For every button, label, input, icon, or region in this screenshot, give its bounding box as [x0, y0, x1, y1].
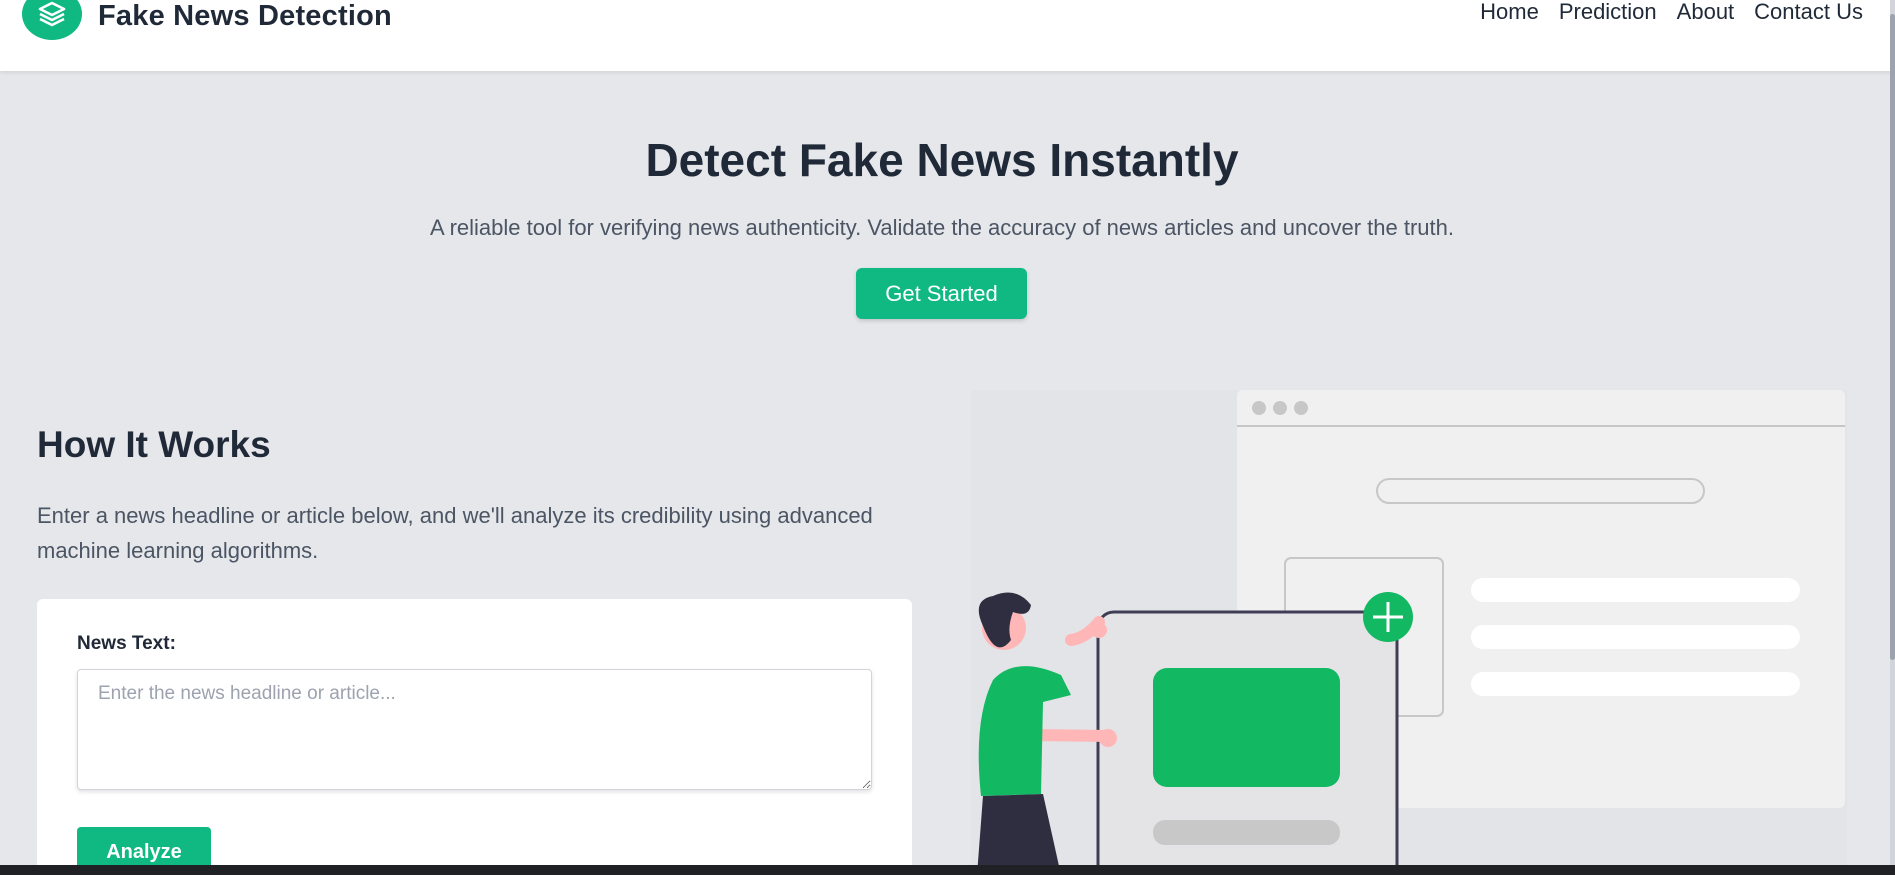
- content-card-illustration: [1096, 592, 1413, 875]
- navbar: Fake News Detection Home Prediction Abou…: [0, 0, 1895, 71]
- brand[interactable]: Fake News Detection: [22, 0, 392, 40]
- how-it-works-description: Enter a news headline or article below, …: [37, 503, 873, 563]
- hero-illustration: [971, 390, 1847, 875]
- hero-title: Detect Fake News Instantly: [645, 134, 1239, 186]
- hero-subtitle: A reliable tool for verifying news authe…: [430, 215, 1454, 240]
- main-nav: Home Prediction About Contact Us: [1480, 0, 1863, 24]
- nav-contact-us[interactable]: Contact Us: [1754, 0, 1863, 24]
- get-started-button[interactable]: Get Started: [856, 268, 1027, 319]
- scrollbar-thumb[interactable]: [1890, 14, 1895, 660]
- os-taskbar: [0, 865, 1895, 875]
- nav-home[interactable]: Home: [1480, 0, 1539, 24]
- news-text-label: News Text:: [77, 633, 176, 654]
- brand-name: Fake News Detection: [98, 0, 392, 32]
- prediction-form-card: News Text: Analyze: [37, 599, 912, 875]
- scrollbar[interactable]: [1890, 0, 1895, 875]
- stacked-layers-icon: [22, 0, 82, 40]
- how-it-works-title: How It Works: [37, 424, 271, 465]
- nav-about[interactable]: About: [1677, 0, 1735, 24]
- nav-prediction[interactable]: Prediction: [1559, 0, 1657, 24]
- news-text-input[interactable]: [77, 669, 872, 790]
